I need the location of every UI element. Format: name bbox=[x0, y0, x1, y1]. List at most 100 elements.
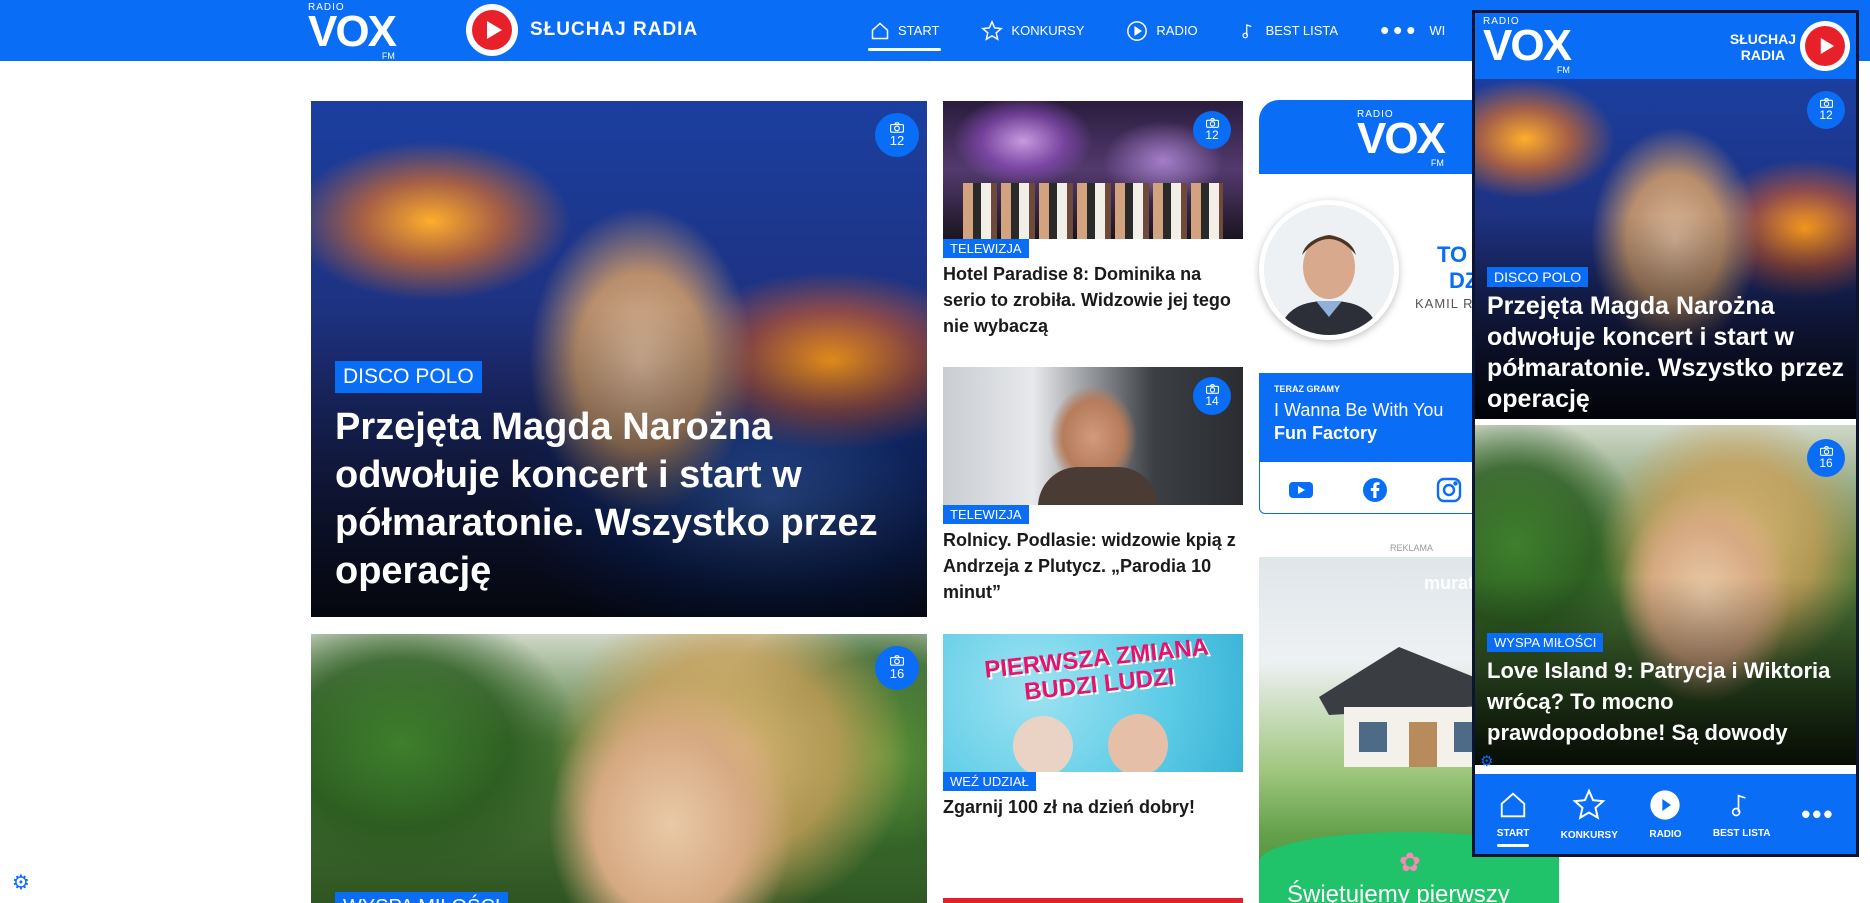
listen-radio-button[interactable]: SŁUCHAJ RADIA bbox=[466, 4, 698, 56]
music-note-icon bbox=[1731, 794, 1746, 816]
home-icon bbox=[1500, 791, 1526, 817]
promo-banner-image: PIERWSZA ZMIANA BUDZI LUDZI bbox=[943, 634, 1243, 772]
mobile-nav-label: START bbox=[1496, 827, 1530, 839]
mobile-header: RADIO VOX FM SŁUCHAJ RADIA bbox=[1475, 13, 1856, 79]
photo-count: 16 bbox=[1819, 456, 1833, 470]
main-article-disco-polo[interactable]: 12 DISCO POLO Przejęta Magda Narożna odw… bbox=[311, 101, 927, 617]
host-avatar bbox=[1259, 200, 1399, 340]
nav-item-start[interactable]: START bbox=[867, 0, 942, 61]
play-button-icon[interactable] bbox=[466, 4, 518, 56]
next-article-top-strip bbox=[943, 898, 1243, 903]
mobile-nav-start[interactable]: START bbox=[1483, 790, 1543, 847]
logo-vox-text: VOX bbox=[1483, 21, 1572, 70]
logo-fm-text: FM bbox=[1430, 158, 1444, 168]
photo-count-badge: 12 bbox=[1193, 111, 1231, 149]
logo-fm-text: FM bbox=[1556, 65, 1570, 75]
photo-count: 12 bbox=[889, 133, 905, 148]
side-article-wez-udzial[interactable]: PIERWSZA ZMIANA BUDZI LUDZI WEŹ UDZIAŁ Z… bbox=[943, 634, 1243, 834]
mobile-bottom-nav: START KONKURSY RADIO BEST LISTA ••• bbox=[1475, 774, 1856, 854]
article-photo bbox=[311, 634, 927, 903]
settings-gear-icon[interactable]: ⚙ bbox=[12, 870, 30, 895]
listen-line: RADIA bbox=[1740, 47, 1786, 63]
play-icon bbox=[1127, 20, 1148, 41]
star-icon bbox=[1572, 787, 1606, 820]
camera-icon bbox=[1819, 98, 1833, 108]
more-dots-icon: ••• bbox=[1801, 799, 1835, 829]
category-badge[interactable]: TELEWIZJA bbox=[943, 239, 1029, 258]
main-nav: START KONKURSY RADIO BEST LISTA ••• WI bbox=[867, 0, 1445, 61]
mobile-nav-best-lista[interactable]: BEST LISTA bbox=[1712, 790, 1772, 839]
photo-count: 12 bbox=[1205, 128, 1219, 142]
music-note-icon bbox=[1241, 23, 1252, 38]
flower-icon: ✿ bbox=[1399, 847, 1421, 877]
article-title[interactable]: Hotel Paradise 8: Dominika na serio to z… bbox=[943, 261, 1243, 339]
logo-fm-text: FM bbox=[381, 51, 395, 61]
photo-count-badge: 16 bbox=[875, 646, 919, 690]
main-article-wyspa-milosci[interactable]: 16 WYSPA MIŁOŚCI bbox=[311, 634, 927, 903]
nav-item-radio[interactable]: RADIO bbox=[1126, 0, 1198, 61]
nav-item-konkursy[interactable]: KONKURSY bbox=[981, 0, 1084, 61]
mobile-preview-panel: RADIO VOX FM SŁUCHAJ RADIA 12 DISCO POLO… bbox=[1472, 10, 1859, 857]
mobile-article-wyspa-milosci[interactable]: 16 WYSPA MIŁOŚCI Love Island 9: Patrycja… bbox=[1475, 425, 1856, 765]
instagram-icon[interactable] bbox=[1436, 477, 1462, 503]
mobile-nav-radio[interactable]: RADIO bbox=[1635, 789, 1695, 840]
category-badge[interactable]: TELEWIZJA bbox=[943, 505, 1029, 524]
logo-vox-text: VOX bbox=[308, 7, 397, 56]
host-name: KAMIL R bbox=[1415, 296, 1474, 311]
nav-item-label: RADIO bbox=[1156, 23, 1198, 38]
side-article-rolnicy[interactable]: 14 TELEWIZJA Rolnicy. Podlasie: widzowie… bbox=[943, 367, 1243, 617]
nav-item-label: KONKURSY bbox=[1011, 23, 1085, 38]
mobile-vox-logo[interactable]: RADIO VOX FM bbox=[1483, 17, 1572, 76]
mobile-nav-konkursy[interactable]: KONKURSY bbox=[1559, 787, 1619, 841]
play-icon bbox=[1650, 789, 1681, 820]
logo-vox-text: VOX bbox=[1357, 114, 1446, 163]
camera-icon bbox=[890, 122, 904, 133]
more-dots-icon[interactable]: ••• bbox=[1380, 15, 1419, 46]
mobile-nav-label: BEST LISTA bbox=[1712, 827, 1771, 839]
mobile-nav-more[interactable]: ••• bbox=[1788, 799, 1848, 829]
star-icon bbox=[981, 19, 1004, 41]
photo-count: 14 bbox=[1205, 394, 1219, 408]
category-badge[interactable]: DISCO POLO bbox=[1487, 267, 1589, 287]
home-icon bbox=[871, 21, 889, 39]
youtube-icon[interactable] bbox=[1288, 480, 1314, 500]
article-title[interactable]: Zgarnij 100 zł na dzień dobry! bbox=[943, 794, 1243, 820]
mobile-article-title[interactable]: Love Island 9: Patrycja i Wiktoria wrócą… bbox=[1487, 655, 1852, 748]
camera-icon bbox=[890, 655, 904, 666]
ad-slogan: Świętujemy pierwszy bbox=[1287, 881, 1510, 903]
mobile-nav-label: RADIO bbox=[1649, 828, 1682, 840]
category-badge[interactable]: WYSPA MIŁOŚCI bbox=[335, 892, 509, 903]
mobile-nav-label: KONKURSY bbox=[1560, 829, 1618, 841]
main-article-title[interactable]: Przejęta Magda Narożna odwołuje koncert … bbox=[335, 403, 915, 595]
facebook-icon[interactable] bbox=[1362, 477, 1388, 503]
article-title[interactable]: Rolnicy. Podlasie: widzowie kpią z Andrz… bbox=[943, 527, 1243, 605]
nav-item-label: BEST LISTA bbox=[1265, 23, 1339, 38]
side-article-hotel-paradise[interactable]: 12 TELEWIZJA Hotel Paradise 8: Dominika … bbox=[943, 101, 1243, 351]
mobile-article-disco-polo[interactable]: 12 DISCO POLO Przejęta Magda Narożna odw… bbox=[1475, 79, 1856, 419]
settings-gear-icon[interactable]: ⚙ bbox=[1480, 752, 1493, 770]
photo-count-badge: 12 bbox=[875, 113, 919, 157]
camera-icon bbox=[1205, 118, 1219, 128]
ad-label: REKLAMA bbox=[1390, 543, 1434, 553]
widget-vox-logo[interactable]: RADIO VOX FM bbox=[1357, 110, 1446, 169]
mobile-article-title[interactable]: Przejęta Magda Narożna odwołuje koncert … bbox=[1487, 291, 1847, 415]
nav-more-label[interactable]: WI bbox=[1429, 23, 1445, 38]
mobile-listen-label[interactable]: SŁUCHAJ RADIA bbox=[1730, 31, 1796, 63]
listen-radio-label: SŁUCHAJ RADIA bbox=[530, 19, 699, 40]
photo-count-badge: 16 bbox=[1807, 439, 1845, 477]
listen-line: SŁUCHAJ bbox=[1729, 31, 1796, 47]
photo-count: 12 bbox=[1819, 108, 1833, 122]
nav-item-best-lista[interactable]: BEST LISTA bbox=[1240, 0, 1339, 61]
category-badge[interactable]: WEŹ UDZIAŁ bbox=[943, 772, 1036, 791]
mobile-play-button[interactable] bbox=[1800, 21, 1850, 71]
photo-count-badge: 14 bbox=[1193, 377, 1231, 415]
category-badge[interactable]: DISCO POLO bbox=[335, 361, 482, 393]
photo-count: 16 bbox=[889, 666, 905, 681]
photo-count-badge: 12 bbox=[1807, 91, 1845, 129]
camera-icon bbox=[1205, 384, 1219, 394]
radio-vox-logo[interactable]: RADIO VOX FM bbox=[308, 3, 397, 62]
category-badge[interactable]: WYSPA MIŁOŚCI bbox=[1487, 633, 1604, 652]
nav-item-label: START bbox=[898, 23, 940, 38]
camera-icon bbox=[1819, 446, 1833, 456]
promo-banner-text: PIERWSZA ZMIANA BUDZI LUDZI bbox=[983, 634, 1211, 706]
